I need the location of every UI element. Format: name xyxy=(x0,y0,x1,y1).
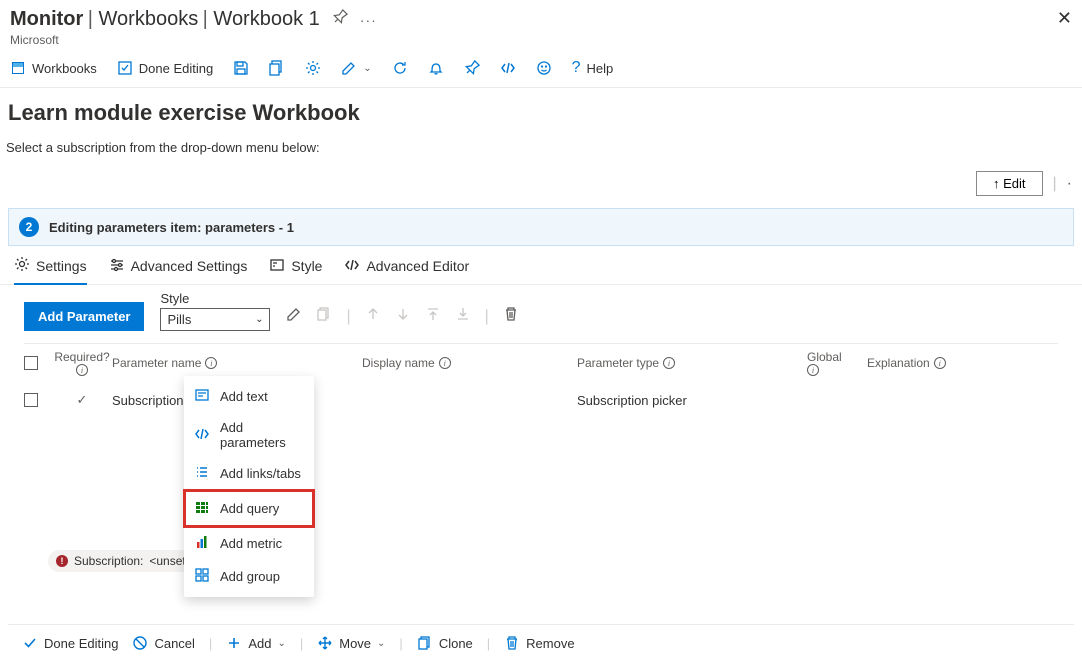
header-subtitle: Microsoft xyxy=(10,33,1072,47)
text-icon xyxy=(194,387,210,406)
error-icon: ! xyxy=(56,555,68,567)
footer-add[interactable]: Add ⌄ xyxy=(226,635,286,651)
footer-remove[interactable]: Remove xyxy=(504,635,574,651)
menu-add-parameters[interactable]: Add parameters xyxy=(184,413,314,457)
footer-move[interactable]: Move ⌄ xyxy=(317,635,385,651)
edit-row-icon[interactable] xyxy=(286,306,302,327)
chart-icon xyxy=(194,534,210,553)
workbooks-button[interactable]: Workbooks xyxy=(10,60,97,76)
tab-advanced-editor[interactable]: Advanced Editor xyxy=(344,257,469,284)
tab-advanced-settings[interactable]: Advanced Settings xyxy=(109,257,248,284)
save-as-icon[interactable] xyxy=(269,60,285,76)
group-icon xyxy=(194,567,210,586)
code-icon xyxy=(344,257,360,276)
save-icon[interactable] xyxy=(233,60,249,76)
breadcrumb: Monitor | Workbooks | Workbook 1 xyxy=(10,8,320,31)
grid-icon xyxy=(194,499,210,518)
select-all-checkbox[interactable] xyxy=(24,356,38,370)
row-checkbox[interactable] xyxy=(24,393,38,407)
code-icon xyxy=(194,426,210,445)
footer-clone[interactable]: Clone xyxy=(417,635,473,651)
chevron-down-icon[interactable]: ⌄ xyxy=(363,63,371,74)
book-icon xyxy=(10,60,26,76)
style-select[interactable]: Pills ⌄ xyxy=(160,308,270,331)
editing-banner: 2 Editing parameters item: parameters - … xyxy=(8,208,1074,246)
bell-icon[interactable] xyxy=(428,60,444,76)
done-icon xyxy=(117,60,133,76)
step-badge: 2 xyxy=(19,217,39,237)
copy-row-icon[interactable] xyxy=(316,306,332,327)
check-icon: ✓ xyxy=(77,392,88,408)
style-label: Style xyxy=(160,291,270,306)
workbook-title: Learn module exercise Workbook xyxy=(0,88,1082,134)
page-header: Monitor | Workbooks | Workbook 1 ··· Mic… xyxy=(0,0,1082,47)
trash-icon[interactable] xyxy=(503,306,519,327)
code-icon[interactable] xyxy=(500,60,516,76)
footer-cancel[interactable]: Cancel xyxy=(132,635,194,651)
chevron-down-icon: ⌄ xyxy=(255,314,263,325)
arrow-down-icon[interactable] xyxy=(395,306,411,327)
menu-add-text[interactable]: Add text xyxy=(184,380,314,413)
footer-done-editing[interactable]: Done Editing xyxy=(22,635,118,651)
chevron-down-icon: ⌄ xyxy=(377,638,385,649)
main-toolbar: Workbooks Done Editing ⌄ ? Help xyxy=(0,47,1082,88)
feedback-icon[interactable] xyxy=(536,60,552,76)
add-menu: Add text Add parameters Add links/tabs A… xyxy=(184,376,314,597)
refresh-icon[interactable] xyxy=(392,60,408,76)
edit-icon[interactable] xyxy=(341,60,357,76)
settings-tabs: Settings Advanced Settings Style Advance… xyxy=(0,246,1082,285)
info-icon[interactable]: i xyxy=(76,364,88,376)
gear-icon[interactable] xyxy=(305,60,321,76)
tab-settings[interactable]: Settings xyxy=(14,256,87,285)
more-icon[interactable]: ··· xyxy=(360,12,377,28)
workbook-description: Select a subscription from the drop-down… xyxy=(0,134,1082,167)
info-icon[interactable]: i xyxy=(439,357,451,369)
info-icon[interactable]: i xyxy=(934,357,946,369)
sliders-icon xyxy=(109,257,125,276)
pin-toolbar-icon[interactable] xyxy=(464,60,480,76)
parameter-table: Required? i Parameter name i Display nam… xyxy=(0,337,1082,624)
menu-add-metric[interactable]: Add metric xyxy=(184,527,314,560)
menu-add-query[interactable]: Add query xyxy=(184,490,314,527)
banner-text: Editing parameters item: parameters - 1 xyxy=(49,220,294,235)
move-bottom-icon[interactable] xyxy=(455,306,471,327)
add-parameter-button[interactable]: Add Parameter xyxy=(24,302,144,331)
done-editing-button[interactable]: Done Editing xyxy=(117,60,213,76)
arrow-up-icon[interactable] xyxy=(365,306,381,327)
menu-add-links[interactable]: Add links/tabs xyxy=(184,457,314,490)
tab-style[interactable]: Style xyxy=(269,257,322,284)
style-icon xyxy=(269,257,285,276)
gear-icon xyxy=(14,256,30,275)
edit-button[interactable]: ↑ Edit xyxy=(976,171,1043,196)
more-edit-icon[interactable]: · xyxy=(1067,175,1072,193)
move-top-icon[interactable] xyxy=(425,306,441,327)
parameter-toolbar: Add Parameter Style Pills ⌄ | | xyxy=(0,285,1082,337)
close-icon[interactable]: ✕ xyxy=(1057,8,1072,29)
chevron-down-icon: ⌄ xyxy=(277,638,285,649)
help-button[interactable]: ? Help xyxy=(572,59,614,77)
list-icon xyxy=(194,464,210,483)
info-icon[interactable]: i xyxy=(807,364,819,376)
pin-icon[interactable] xyxy=(332,9,348,30)
table-row[interactable]: ✓ Subscription Subscription picker xyxy=(24,382,1058,418)
info-icon[interactable]: i xyxy=(663,357,675,369)
help-icon: ? xyxy=(572,59,581,77)
info-icon[interactable]: i xyxy=(205,357,217,369)
item-footer: Done Editing Cancel | Add ⌄ | Move ⌄ | C… xyxy=(8,624,1074,661)
menu-add-group[interactable]: Add group xyxy=(184,560,314,593)
